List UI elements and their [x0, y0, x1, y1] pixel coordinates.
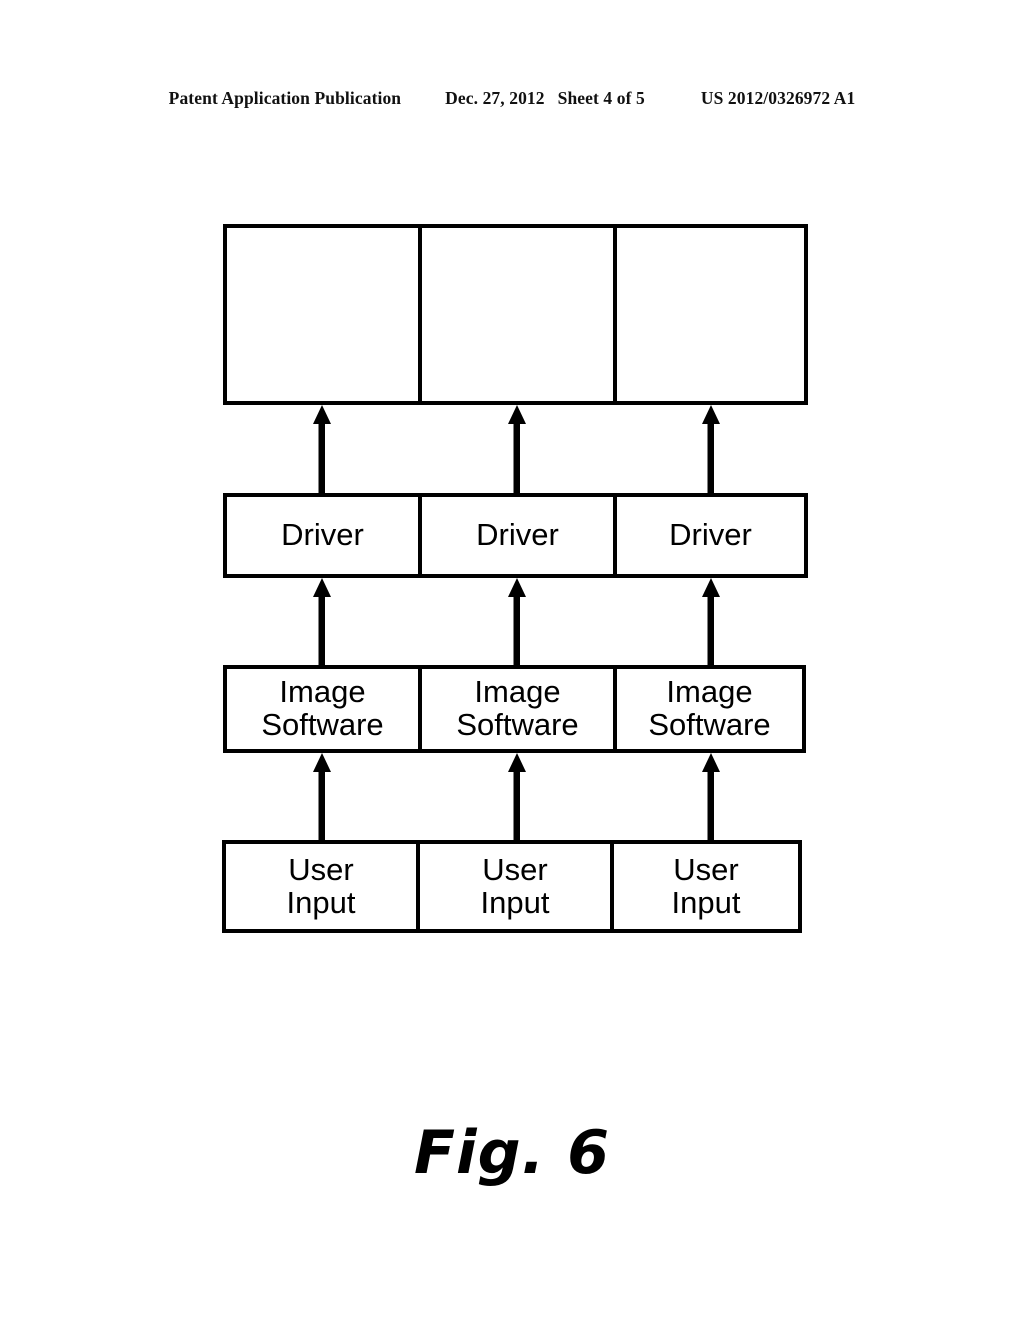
arrow-driver-to-display-3: [698, 405, 724, 493]
image-software-box-3: Image Software: [617, 669, 802, 749]
arrow-software-to-driver-1: [309, 578, 335, 665]
image-software-box-1: Image Software: [227, 669, 422, 749]
display-box-1: [227, 228, 422, 401]
image-software-row: Image Software Image Software Image Soft…: [223, 665, 806, 753]
user-input-box-3-line1: User: [673, 851, 739, 887]
image-software-box-1-line2: Software: [261, 707, 384, 742]
image-software-box-2: Image Software: [422, 669, 617, 749]
user-input-box-2: User Input: [420, 844, 614, 929]
figure-caption: Fig. 6: [414, 1118, 610, 1188]
image-software-box-2-line2: Software: [456, 707, 579, 742]
arrow-software-to-driver-2: [504, 578, 530, 665]
display-box-2: [422, 228, 617, 401]
driver-box-2: Driver: [422, 497, 617, 574]
arrow-driver-to-display-1: [309, 405, 335, 493]
image-software-box-3-line1: Image: [666, 674, 753, 710]
user-input-box-3: User Input: [614, 844, 798, 929]
arrow-userinput-to-software-3: [698, 753, 724, 840]
driver-box-2-label: Driver: [476, 517, 559, 553]
display-box-3: [617, 228, 804, 401]
user-input-box-1-line1: User: [288, 851, 354, 887]
figure-6-diagram: Driver Driver Driver Image Software Imag…: [0, 0, 1024, 1320]
arrow-userinput-to-software-1: [309, 753, 335, 840]
display-row: [223, 224, 808, 405]
user-input-box-1-line2: Input: [286, 884, 356, 920]
arrow-userinput-to-software-2: [504, 753, 530, 840]
driver-box-1: Driver: [227, 497, 422, 574]
user-input-box-3-line2: Input: [671, 884, 741, 920]
user-input-row: User Input User Input User Input: [222, 840, 802, 933]
driver-box-3: Driver: [617, 497, 804, 574]
arrow-software-to-driver-3: [698, 578, 724, 665]
driver-box-3-label: Driver: [669, 517, 752, 553]
user-input-box-2-line2: Input: [480, 884, 550, 920]
user-input-box-1: User Input: [226, 844, 420, 929]
image-software-box-3-line2: Software: [648, 707, 771, 742]
user-input-box-2-line1: User: [482, 851, 548, 887]
driver-box-1-label: Driver: [281, 517, 364, 553]
arrow-driver-to-display-2: [504, 405, 530, 493]
driver-row: Driver Driver Driver: [223, 493, 808, 578]
image-software-box-1-line1: Image: [279, 674, 366, 710]
image-software-box-2-line1: Image: [474, 674, 561, 710]
